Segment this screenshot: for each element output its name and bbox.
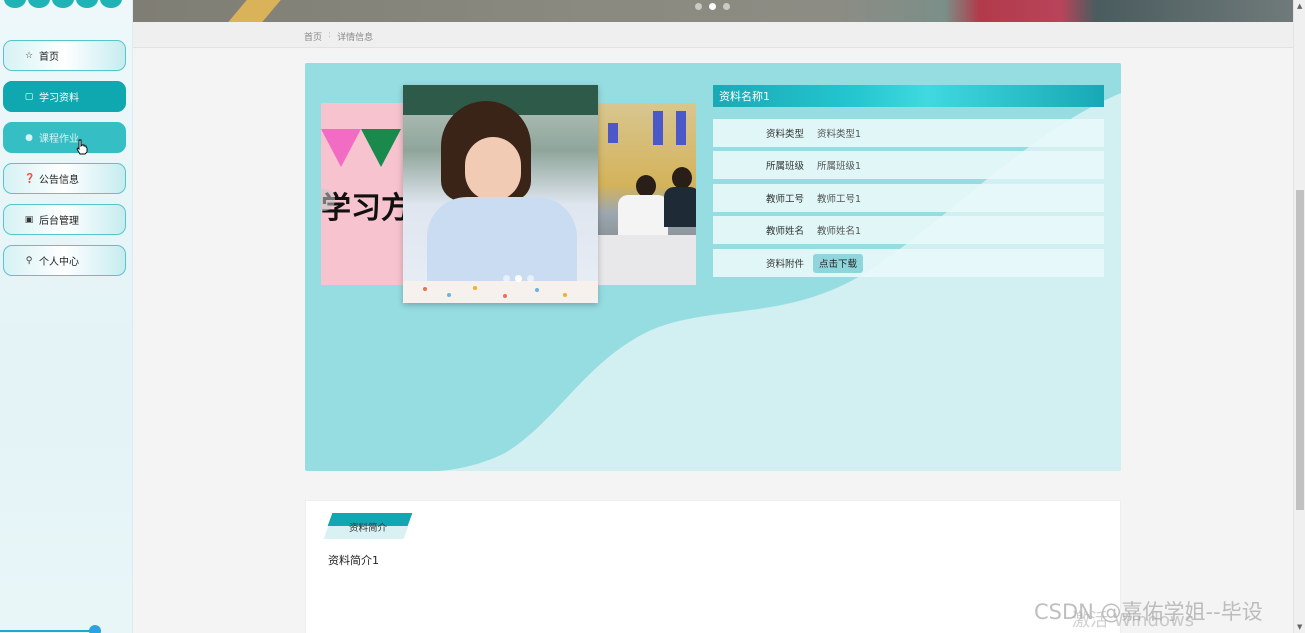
detail-field-row: 教师工号 教师工号1 (713, 184, 1104, 212)
detail-field-row: 教师姓名 教师姓名1 (713, 216, 1104, 244)
sidebar-top-decoration (0, 0, 133, 8)
sidebar-item-course-homework[interactable]: ● 课程作业 (3, 122, 126, 153)
intro-tab-label: 资料简介 (348, 523, 387, 534)
detail-title: 资料名称1 (713, 85, 1104, 107)
field-value: 资料类型1 (817, 129, 862, 140)
sidebar-item-home[interactable]: ☆ 首页 (3, 40, 126, 71)
sidebar-item-label: 后台管理 (39, 216, 79, 227)
breadcrumb-separator: : (328, 30, 332, 40)
field-label: 所属班级 (765, 161, 804, 172)
field-label: 资料附件 (765, 259, 804, 270)
sidebar-item-label: 课程作业 (39, 134, 79, 145)
sidebar-bottom-dot (89, 625, 101, 633)
field-label: 资料类型 (765, 129, 804, 140)
intro-content: 资料简介1 (328, 554, 379, 567)
sidebar-item-label: 学习资料 (39, 93, 79, 104)
carousel-dot-active[interactable] (515, 275, 522, 282)
detail-field-row: 资料类型 资料类型1 (713, 119, 1104, 147)
detail-attachment-row: 资料附件 点击下载 (713, 249, 1104, 277)
carousel-slide-left[interactable]: 学习方 (321, 103, 403, 285)
hand-cursor-icon (76, 139, 88, 155)
detail-field-row: 所属班级 所属班级1 (713, 151, 1104, 179)
sidebar-bottom-line (0, 630, 98, 632)
pink-pennant (321, 129, 361, 167)
top-banner-carousel (133, 0, 1293, 22)
sidebar-item-announcements[interactable]: ❓ 公告信息 (3, 163, 126, 194)
question-icon: ❓ (24, 173, 36, 184)
banner-dot[interactable] (723, 3, 730, 10)
user-icon: ⚲ (25, 255, 33, 266)
circle-icon: ● (25, 132, 33, 143)
sidebar-item-label: 个人中心 (39, 257, 79, 268)
intro-card: 资料简介 资料简介1 (305, 500, 1121, 633)
breadcrumb-bar: 首页 : 详情信息 (133, 22, 1293, 48)
field-value: 教师工号1 (817, 194, 862, 205)
sidebar: ☆ 首页 ▢ 学习资料 ● 课程作业 ❓ 公告信息 ▣ 后台管理 ⚲ 个人中心 (0, 0, 133, 633)
carousel-slide-main[interactable] (403, 85, 598, 303)
carousel-dot[interactable] (503, 275, 510, 282)
scroll-up-arrow-icon[interactable]: ▲ (1297, 2, 1302, 10)
scroll-down-arrow-icon[interactable]: ▼ (1297, 623, 1302, 631)
sidebar-item-study-materials[interactable]: ▢ 学习资料 (3, 81, 126, 112)
sidebar-item-label: 首页 (39, 52, 59, 63)
detail-card: 学习方 资料名称1 资料类型 资料类型1 所属班级 所属班级1 教师工号 教师工… (305, 63, 1121, 471)
green-pennant (361, 129, 401, 167)
sidebar-item-label: 公告信息 (39, 175, 79, 186)
bag-icon: ▢ (24, 91, 34, 102)
intro-tab: 资料简介 (323, 513, 413, 541)
sidebar-item-admin[interactable]: ▣ 后台管理 (3, 204, 126, 235)
sidebar-item-profile[interactable]: ⚲ 个人中心 (3, 245, 126, 276)
breadcrumb: 首页 : 详情信息 (304, 30, 373, 43)
banner-road-stripe (218, 0, 286, 22)
calendar-icon: ▣ (24, 214, 34, 225)
banner-dot-active[interactable] (709, 3, 716, 10)
carousel-dot[interactable] (527, 275, 534, 282)
carousel-slide-right[interactable] (598, 103, 696, 285)
csdn-watermark: CSDN @嘉佑学姐--毕设 (1034, 600, 1263, 624)
scrollbar-thumb[interactable] (1296, 190, 1304, 510)
breadcrumb-current: 详情信息 (337, 33, 374, 43)
banner-dot[interactable] (695, 3, 702, 10)
field-label: 教师姓名 (765, 226, 804, 237)
field-value: 所属班级1 (817, 161, 862, 172)
page-scrollbar[interactable]: ▲ ▼ (1293, 0, 1305, 633)
breadcrumb-home-link[interactable]: 首页 (304, 30, 322, 43)
star-icon: ☆ (24, 50, 34, 61)
field-label: 教师工号 (765, 194, 804, 205)
download-button[interactable]: 点击下载 (813, 253, 864, 273)
field-value: 教师姓名1 (817, 226, 862, 237)
carousel-indicators (503, 275, 534, 282)
